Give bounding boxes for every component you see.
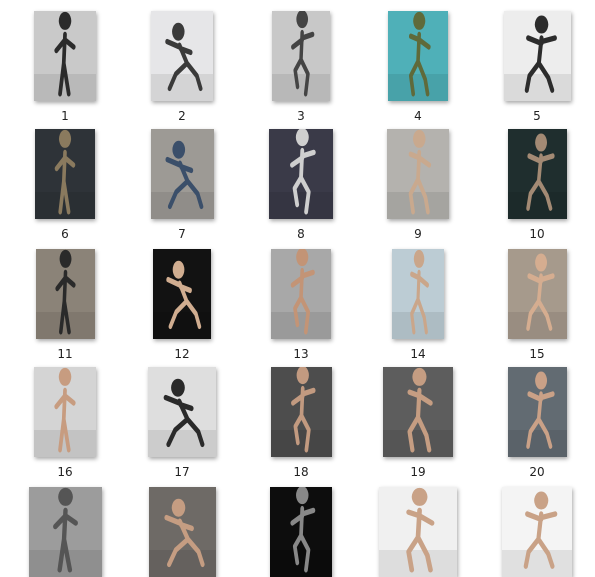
thumbnail-image[interactable] [503,11,571,101]
dancer-photo-icon [507,253,567,339]
thumbnail-image[interactable] [507,129,567,219]
thumbnail-image[interactable] [271,249,331,339]
dancer-photo-icon [148,378,216,457]
thumbnail-image[interactable] [34,367,96,457]
dancer-photo-icon [392,250,444,339]
thumbnail-caption: 11 [57,347,73,361]
thumbnail-image[interactable] [379,487,457,577]
dancer-photo-icon [502,491,572,577]
dancer-photo-icon [35,129,95,219]
thumbnail-caption: 10 [529,227,545,241]
thumbnail-caption: 1 [61,109,69,123]
thumbnail-caption: 4 [414,109,422,123]
dancer-photo-icon [388,11,448,101]
thumbnail-image[interactable] [502,487,572,577]
thumbnail-image[interactable] [148,487,216,577]
thumbnail-image[interactable] [34,11,96,101]
thumbnail-image[interactable] [35,249,95,339]
thumbnail-caption: 14 [410,347,426,361]
thumbnail-caption: 12 [174,347,190,361]
thumbnail-caption: 16 [57,465,73,479]
dancer-photo-icon [148,498,216,577]
thumbnail-image[interactable] [150,129,214,219]
thumbnail-caption: 18 [293,465,309,479]
thumbnail-image[interactable] [270,367,332,457]
dancer-photo-icon [34,367,96,457]
thumbnail-caption: 9 [414,227,422,241]
thumbnail-caption: 20 [529,465,545,479]
dancer-photo-icon [271,249,331,339]
dancer-photo-icon [379,487,457,577]
thumbnail-image[interactable] [269,129,333,219]
thumbnail-image[interactable] [148,367,216,457]
dancer-photo-icon [507,371,567,457]
thumbnail-image[interactable] [392,249,444,339]
thumbnail-image[interactable] [387,129,449,219]
dancer-photo-icon [34,11,96,101]
thumbnail-image[interactable] [270,487,332,577]
thumbnail-caption: 19 [410,465,426,479]
thumbnail-caption: 7 [178,227,186,241]
dancer-photo-icon [269,129,333,219]
dancer-photo-icon [153,260,211,339]
thumbnail-caption: 15 [529,347,545,361]
dancer-photo-icon [35,250,95,339]
thumbnail-caption: 2 [178,109,186,123]
thumbnail-image[interactable] [28,487,102,577]
dancer-photo-icon [272,11,330,101]
dancer-photo-icon [507,133,567,219]
thumbnail-caption: 5 [533,109,541,123]
dancer-photo-icon [387,129,449,219]
thumbnail-image[interactable] [507,249,567,339]
dancer-photo-icon [28,487,102,577]
thumbnail-image[interactable] [153,249,211,339]
thumbnail-image[interactable] [35,129,95,219]
thumbnail-caption: 3 [297,109,305,123]
dancer-photo-icon [150,140,214,219]
dancer-photo-icon [270,367,332,457]
thumbnail-image[interactable] [383,367,453,457]
thumbnail-grid-view: { "thumbnails": [ {"caption": "1", "bg":… [0,0,595,577]
dancer-photo-icon [151,22,213,101]
thumbnail-image[interactable] [272,11,330,101]
thumbnail-caption: 17 [174,465,190,479]
thumbnail-caption: 13 [293,347,309,361]
dancer-photo-icon [503,15,571,101]
dancer-photo-icon [383,367,453,457]
thumbnail-image[interactable] [507,367,567,457]
thumbnail-caption: 6 [61,227,69,241]
thumbnail-image[interactable] [151,11,213,101]
thumbnail-caption: 8 [297,227,305,241]
thumbnail-image[interactable] [388,11,448,101]
dancer-photo-icon [270,487,332,577]
